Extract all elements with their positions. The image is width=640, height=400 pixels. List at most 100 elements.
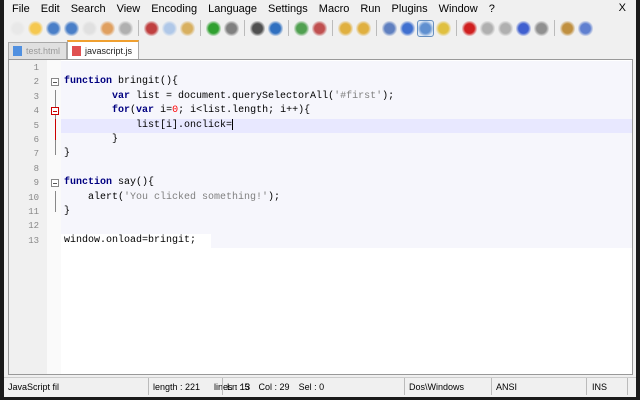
fold-line [55, 190, 56, 213]
new-icon[interactable] [10, 20, 25, 36]
print-icon[interactable] [118, 20, 133, 36]
toolbar-separator [456, 20, 457, 36]
toolbar [10, 17, 593, 39]
menu-view[interactable]: View [117, 3, 141, 15]
status-length: length : 221 [153, 381, 201, 392]
menu-bar: File Edit Search View Encoding Language Settin… [4, 0, 636, 17]
line-number: 7 [33, 149, 39, 160]
fold-toggle-icon[interactable] [51, 107, 59, 116]
close-all-icon[interactable] [100, 20, 115, 36]
code-line[interactable]: } [61, 133, 632, 148]
record-icon[interactable] [462, 20, 477, 36]
sync-v-icon[interactable] [338, 20, 353, 36]
indent-guide-icon[interactable] [417, 19, 434, 37]
sync-h-icon[interactable] [356, 20, 371, 36]
cut-icon[interactable] [144, 20, 159, 36]
menu-search[interactable]: Search [71, 3, 106, 15]
run-multiple-icon[interactable] [516, 20, 531, 36]
all-chars-icon[interactable] [400, 20, 415, 36]
line-number: 13 [28, 235, 39, 246]
line-number: 1 [33, 63, 39, 73]
screenshot-icon[interactable] [560, 20, 575, 36]
status-file-type: JavaScript fil [4, 378, 149, 395]
fold-toggle-icon[interactable] [51, 78, 59, 87]
menu-encoding[interactable]: Encoding [151, 3, 197, 15]
status-encoding: ANSI [492, 378, 587, 395]
fold-toggle-icon[interactable] [51, 179, 59, 188]
save-all-icon[interactable] [64, 20, 79, 36]
code-line[interactable] [61, 61, 632, 76]
open-icon[interactable] [28, 20, 43, 36]
save-icon[interactable] [46, 20, 61, 36]
status-eol: Dos\Windows [404, 378, 492, 395]
menu-run[interactable]: Run [360, 3, 380, 15]
undo-icon[interactable] [206, 20, 221, 36]
line-number: 10 [28, 192, 39, 203]
unsaved-file-icon [72, 45, 82, 56]
menu-settings[interactable]: Settings [268, 3, 308, 15]
menu-plugins[interactable]: Plugins [392, 3, 428, 15]
menu-language[interactable]: Language [208, 3, 257, 15]
copy-icon[interactable] [162, 20, 177, 36]
line-number: 3 [33, 91, 39, 102]
play-icon[interactable] [498, 20, 513, 36]
line-number: 2 [33, 77, 39, 88]
close-button[interactable]: X [619, 2, 626, 14]
code-line[interactable] [61, 161, 632, 177]
tab-label: test.html [26, 46, 61, 56]
wrap-icon[interactable] [382, 20, 397, 36]
code-line[interactable]: alert('You clicked something!'); [61, 190, 632, 205]
udl-icon[interactable] [436, 20, 451, 36]
line-number: 5 [33, 120, 39, 131]
code-line[interactable]: var list = document.querySelectorAll('#f… [61, 89, 632, 105]
notepad-window: File Edit Search View Encoding Language Settin… [4, 0, 636, 397]
saved-file-icon [13, 46, 22, 56]
fold-line [55, 118, 56, 141]
status-sel: Sel : 0 [298, 381, 325, 392]
toolbar-separator [554, 20, 555, 36]
menu-help[interactable]: ? [489, 3, 495, 15]
code-line[interactable]: function say(){ [61, 176, 632, 191]
menu-file[interactable]: File [12, 3, 30, 15]
line-number: 9 [33, 178, 39, 189]
code-line[interactable]: list[i].onclick= [61, 118, 632, 133]
code-line[interactable]: } [61, 147, 632, 162]
code-editor[interactable]: 1 2 3 4 5 6 7 8 9 10 11 12 13 function bringit(){ va… [8, 59, 633, 375]
toolbar-separator [332, 20, 333, 36]
toolbar-separator [244, 20, 245, 36]
code-line[interactable]: for(var i=0; i<list.length; i++){ [61, 104, 632, 119]
tab-bar: test.html javascript.js [8, 40, 140, 59]
status-line: Ln : 5 [227, 381, 250, 392]
toolbar-separator [288, 20, 289, 36]
save-macro-icon[interactable] [534, 20, 549, 36]
stop-icon[interactable] [480, 20, 495, 36]
line-number: 12 [28, 221, 39, 232]
code-line[interactable]: function bringit(){ [61, 75, 632, 90]
code-line[interactable]: window.onload=bringit; [61, 233, 632, 249]
paste-icon[interactable] [180, 20, 195, 36]
line-number: 4 [33, 106, 39, 117]
menu-edit[interactable]: Edit [41, 3, 60, 15]
menu-window[interactable]: Window [439, 3, 478, 15]
close-icon[interactable] [82, 20, 97, 36]
redo-icon[interactable] [224, 20, 239, 36]
menu-macro[interactable]: Macro [319, 3, 350, 15]
line-number: 6 [33, 135, 39, 145]
spellcheck-icon[interactable] [578, 20, 593, 36]
line-number: 8 [33, 163, 39, 174]
zoom-out-icon[interactable] [312, 20, 327, 36]
toolbar-separator [376, 20, 377, 36]
tab-test-html[interactable]: test.html [8, 42, 68, 59]
replace-icon[interactable] [268, 20, 283, 36]
status-bar: JavaScript fil length : 221 lines : 13 L… [4, 377, 636, 395]
zoom-in-icon[interactable] [294, 20, 309, 36]
code-line[interactable]: } [61, 205, 632, 220]
status-col: Col : 29 [258, 381, 290, 392]
toolbar-separator [200, 20, 201, 36]
line-number-gutter: 1 2 3 4 5 6 7 8 9 10 11 12 13 [9, 60, 47, 374]
code-line[interactable] [61, 219, 632, 234]
tab-javascript-js[interactable]: javascript.js [67, 40, 140, 59]
status-insert-mode: INS [588, 378, 628, 395]
toolbar-separator [138, 20, 139, 36]
find-icon[interactable] [250, 20, 265, 36]
